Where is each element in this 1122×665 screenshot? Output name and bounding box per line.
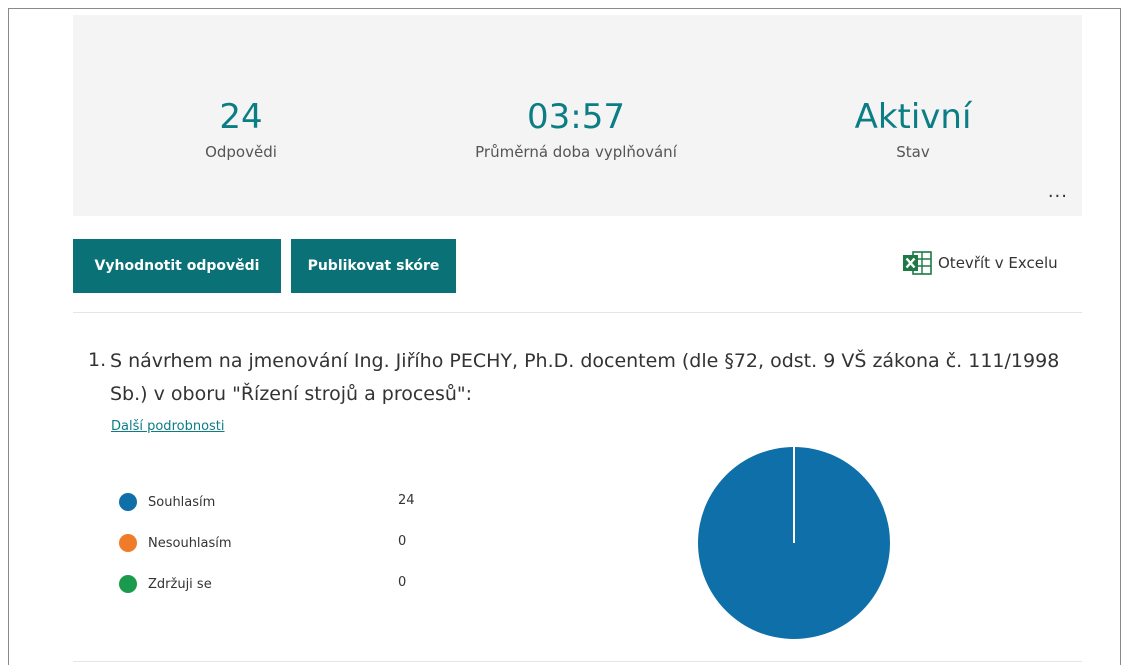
legend-label: Souhlasím [148,494,216,510]
divider [73,312,1082,313]
legend-label: Zdržuji se [148,576,212,592]
legend-item: Souhlasím [119,491,215,513]
excel-icon [903,251,932,275]
question-number: 1. [88,349,107,371]
divider [73,661,1082,662]
summary-panel: 24 Odpovědi 03:57 Průměrná doba vyplňová… [73,15,1082,216]
responses-count: 24 [219,97,263,137]
legend-count: 0 [398,575,407,590]
open-in-excel-link[interactable]: Otevřít v Excelu [902,250,1058,276]
question-text: S návrhem na jmenování Ing. Jiřího PECHY… [110,350,1060,405]
stat-responses: 24 Odpovědi [81,97,401,161]
publish-scores-button[interactable]: Publikovat skóre [291,239,456,293]
legend-count: 0 [398,534,407,549]
legend-swatch [119,493,137,511]
status-label: Stav [896,143,930,161]
stat-status: Aktivní Stav [753,97,1073,161]
legend-swatch [119,534,137,552]
pie-chart [698,447,890,639]
status-value: Aktivní [854,97,972,137]
legend-label: Nesouhlasím [148,535,232,551]
more-options-button[interactable]: ... [1048,183,1068,201]
legend-item: Nesouhlasím [119,532,232,554]
stat-average-duration: 03:57 Průměrná doba vyplňování [416,97,736,161]
open-in-excel-label: Otevřít v Excelu [938,254,1058,272]
legend-swatch [119,575,137,593]
legend-count: 24 [398,493,415,508]
average-duration-value: 03:57 [527,97,625,137]
responses-label: Odpovědi [205,143,277,161]
review-answers-button[interactable]: Vyhodnotit odpovědi [73,239,281,293]
average-duration-label: Průměrná doba vyplňování [475,143,677,161]
legend-item: Zdržuji se [119,573,212,595]
more-details-link[interactable]: Další podrobnosti [111,419,225,434]
